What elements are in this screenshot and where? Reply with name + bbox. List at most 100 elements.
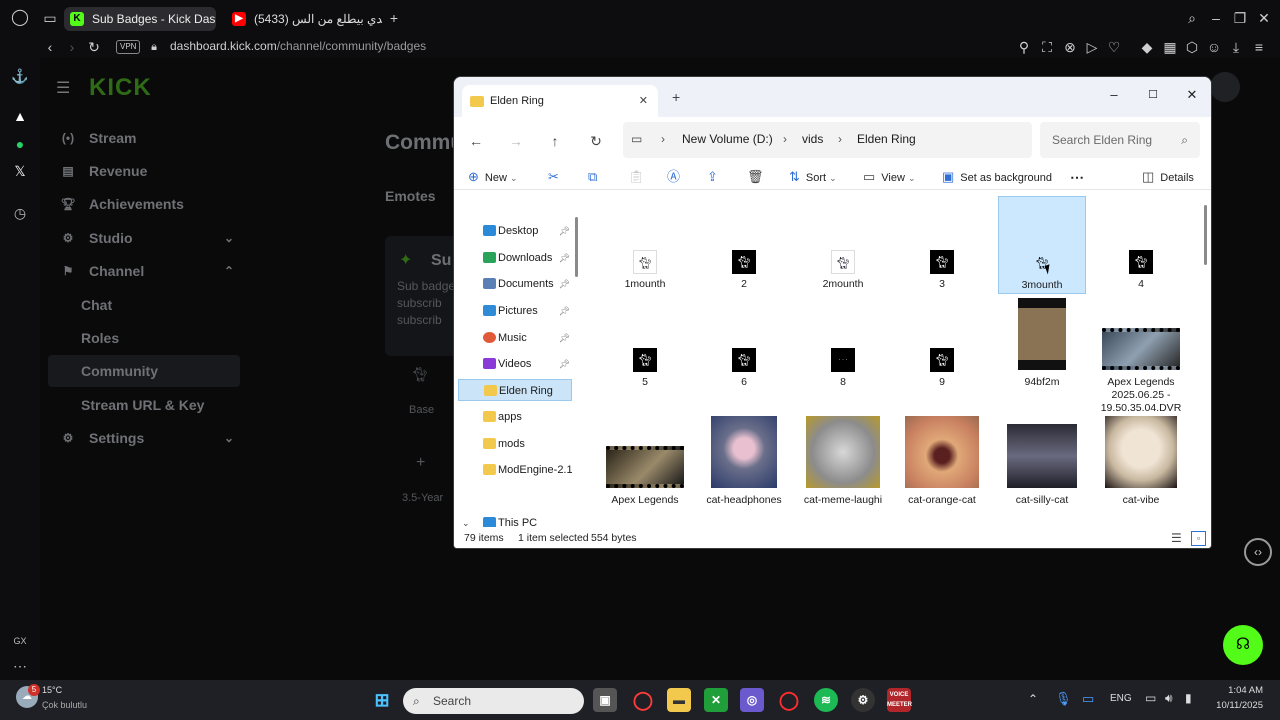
nav-chat[interactable]: Chat (48, 289, 240, 321)
whatsapp-icon[interactable]: ● (10, 134, 30, 154)
copy-button[interactable]: ⧉ (588, 165, 603, 189)
forward-icon[interactable]: › (62, 37, 82, 57)
refresh-icon[interactable]: ↻ (584, 131, 608, 151)
file-item[interactable]: cat-vibe (1097, 416, 1185, 516)
tree-item-mods[interactable]: mods (458, 433, 572, 455)
maximize-icon[interactable]: ❐ (1230, 8, 1250, 28)
tab-kick-dashboard[interactable]: K Sub Badges - Kick Dashb (64, 7, 216, 31)
aria-icon[interactable]: ▲ (10, 106, 30, 126)
forward-icon[interactable]: → (504, 131, 528, 151)
nav-community[interactable]: Community (48, 355, 240, 387)
download-icon[interactable]: ⤓ (1226, 37, 1246, 57)
language-label[interactable]: ENG (1110, 693, 1132, 704)
minimize-icon[interactable]: – (1094, 81, 1134, 109)
tree-item-videos[interactable]: Videos 📌︎ (458, 353, 572, 375)
set-as-background-button[interactable]: ▣ Set as background (942, 165, 1052, 189)
details-view-icon[interactable]: ☰ (1171, 527, 1182, 548)
back-icon[interactable]: ← (464, 131, 488, 151)
url-field[interactable]: dashboard.kick.com/channel/community/bad… (170, 39, 426, 53)
tree-scrollbar[interactable] (575, 217, 578, 277)
nav-studio[interactable]: ⚙ Studio ⌄ (48, 222, 240, 254)
new-tab-icon[interactable]: + (672, 89, 680, 105)
explorer-tab[interactable]: Elden Ring ✕ (462, 85, 658, 117)
breadcrumb-item[interactable]: New Volume (D:) (682, 132, 773, 146)
xbox-icon[interactable]: ✕ (704, 688, 728, 712)
code-icon[interactable]: ‹› (1244, 538, 1272, 566)
add-badge-icon[interactable]: + (416, 454, 425, 472)
tree-item-apps[interactable]: apps (458, 406, 572, 428)
nav-stream[interactable]: (•) Stream (48, 122, 240, 154)
search-input[interactable]: Search Elden Ring ⌕ (1040, 122, 1200, 158)
qr-icon[interactable]: ▦ (1160, 37, 1180, 57)
file-item[interactable]: 🐈︎ 5 (601, 294, 689, 404)
opera-logo-icon[interactable]: ◯ (10, 8, 30, 28)
player-icon[interactable]: ▷ (1082, 37, 1102, 57)
file-item-selected[interactable]: 🐈︎ 3mounth (998, 196, 1086, 294)
tree-item-elden-ring[interactable]: Elden Ring (458, 379, 572, 401)
new-button[interactable]: ⊕ New ⌄ (468, 165, 518, 189)
nav-achievements[interactable]: 🏆︎ Achievements (48, 188, 240, 220)
file-item[interactable]: cat-silly-cat (998, 416, 1086, 516)
share-button[interactable]: ⇪ (707, 165, 724, 189)
file-item[interactable]: 🐈︎ 6 (700, 294, 788, 404)
extension-icon[interactable]: ◆ (1137, 37, 1157, 57)
tree-item-music[interactable]: Music 📌︎ (458, 327, 572, 349)
avatar[interactable] (1210, 72, 1240, 102)
cut-button[interactable]: ✂ (548, 165, 565, 189)
history-icon[interactable]: ◷ (10, 203, 30, 223)
gx-label[interactable]: GX (10, 631, 30, 651)
heart-icon[interactable]: ♡ (1104, 37, 1124, 57)
menu-icon[interactable]: ≡ (1249, 37, 1269, 57)
tab-emotes[interactable]: Emotes (385, 188, 436, 204)
close-icon[interactable]: ✕ (1172, 81, 1211, 109)
vpn-badge[interactable]: VPN (116, 40, 141, 54)
opera-icon[interactable]: ◯ (777, 688, 801, 712)
file-item[interactable]: 🐈︎ 2 (700, 196, 788, 294)
file-item[interactable]: Apex Legends (601, 416, 689, 516)
tree-item-this-pc[interactable]: ⌄ This PC (458, 512, 572, 527)
voicemeeter-icon[interactable]: VOICE MEETER (887, 688, 912, 712)
reload-icon[interactable]: ↻ (84, 37, 104, 57)
spotify-icon[interactable]: ≋ (814, 688, 838, 712)
file-list-scrollbar[interactable] (1204, 205, 1207, 265)
nav-roles[interactable]: Roles (48, 322, 240, 354)
file-item[interactable]: cat-orange-cat (898, 416, 986, 516)
file-item[interactable]: 🐈︎ 1mounth (601, 196, 689, 294)
file-item[interactable]: 94bf2m (998, 294, 1086, 404)
x-twitter-icon[interactable]: 𝕏 (10, 161, 30, 181)
breadcrumb[interactable]: ▭ › New Volume (D:) › vids › Elden Ring (623, 122, 1032, 158)
breadcrumb-item[interactable]: Elden Ring (857, 132, 916, 146)
file-item[interactable]: · · · 8 (799, 294, 887, 404)
tree-item-desktop[interactable]: Desktop 📌︎ (458, 220, 572, 242)
close-icon[interactable]: ✕ (1254, 8, 1274, 28)
microphone-icon[interactable]: 🎙︎ (1055, 691, 1072, 707)
nav-stream-url-key[interactable]: Stream URL & Key (48, 389, 240, 421)
search-tabs-icon[interactable]: ⌕ (1182, 8, 1202, 28)
pin-icon[interactable]: ⚲ (1014, 37, 1034, 57)
file-item[interactable]: cat-meme-laughi (799, 416, 887, 516)
taskbar-search[interactable]: ⌕ Search (403, 688, 584, 714)
support-icon[interactable]: ☊ (1223, 625, 1263, 665)
steam-icon[interactable]: ⚙ (851, 688, 875, 712)
up-icon[interactable]: ↑ (543, 131, 567, 151)
file-item[interactable]: 🐈︎ 9 (898, 294, 986, 404)
task-view-icon[interactable]: ▣ (593, 688, 617, 712)
tab-islands-icon[interactable]: ▭ (40, 8, 60, 28)
maximize-icon[interactable]: ☐ (1133, 81, 1173, 109)
nav-channel[interactable]: ⚑ Channel ⌃ (48, 255, 240, 287)
adblock-icon[interactable]: ⊗ (1060, 37, 1080, 57)
file-item[interactable]: 🐈︎ 3 (898, 196, 986, 294)
profile-icon[interactable]: ☺ (1204, 37, 1224, 57)
chevron-up-icon[interactable]: ⌃ (1028, 692, 1038, 706)
view-button[interactable]: ▭ View ⌄ (863, 165, 916, 189)
network-icon[interactable]: ▭ (1145, 691, 1156, 705)
file-item[interactable]: 🐈︎ 2mounth (799, 196, 887, 294)
clock-time[interactable]: 1:04 AM (1213, 685, 1263, 696)
paste-button[interactable]: 📋︎ (628, 165, 645, 189)
new-tab-icon[interactable]: + (384, 8, 404, 28)
file-item[interactable]: 🐈︎ 4 (1097, 196, 1185, 294)
snapshot-icon[interactable]: ⛶ (1037, 37, 1057, 57)
back-icon[interactable]: ‹ (40, 37, 60, 57)
volume-icon[interactable]: 🔊︎ (1165, 691, 1173, 706)
large-icons-view-icon[interactable]: ▫ (1191, 531, 1206, 546)
